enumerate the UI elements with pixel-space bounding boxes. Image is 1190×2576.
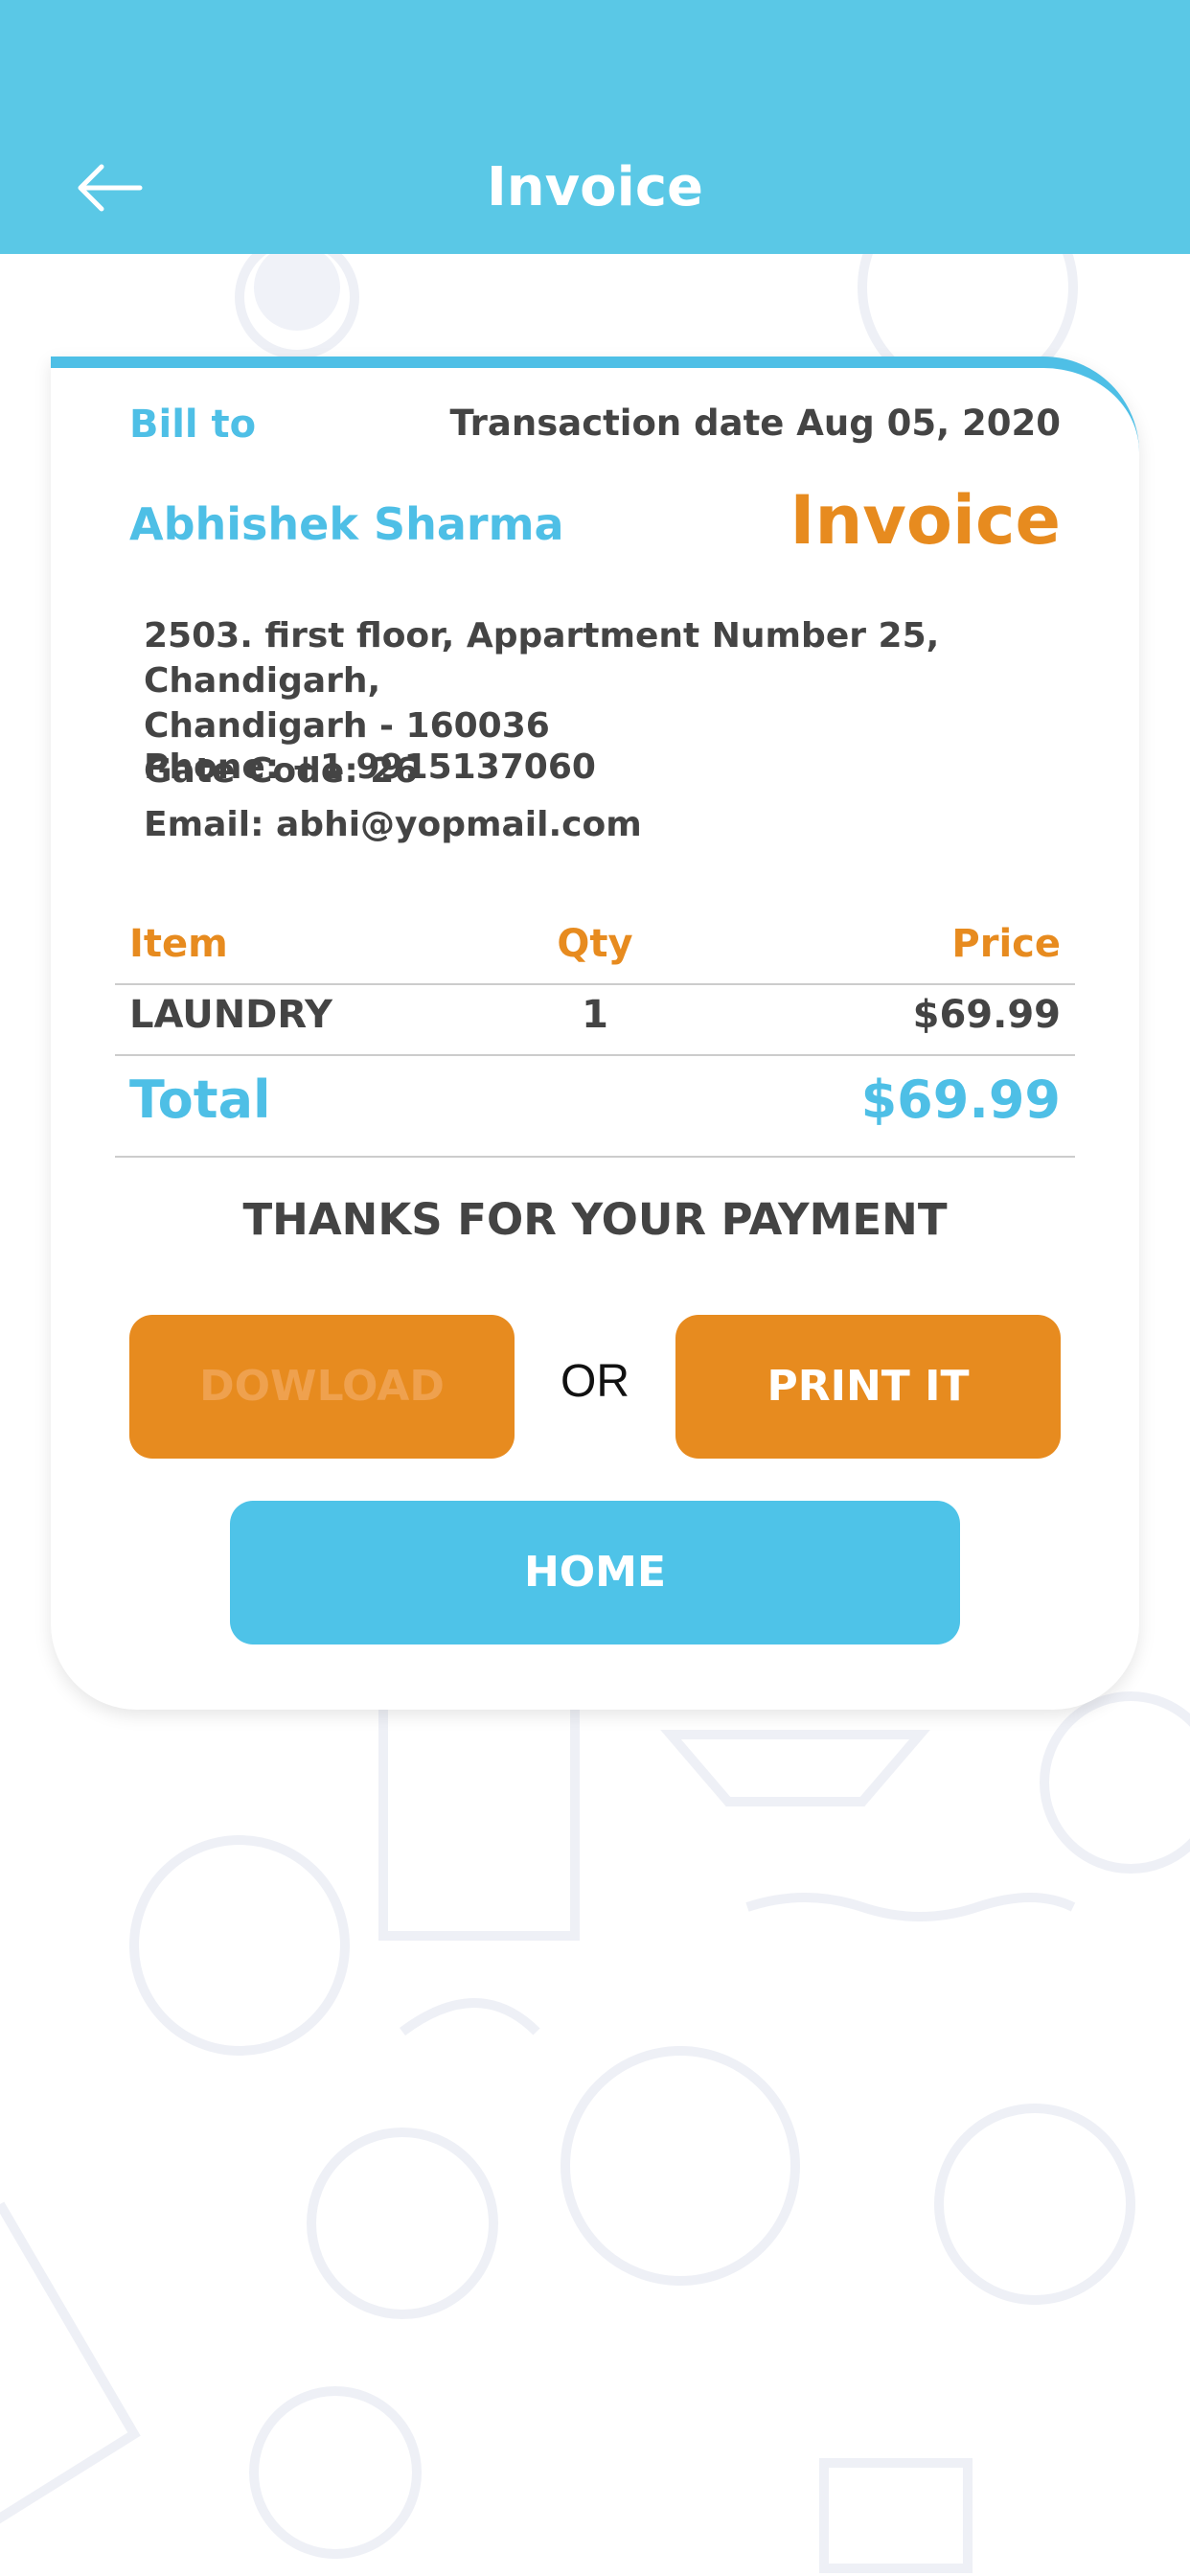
page-title: Invoice [486, 156, 704, 218]
print-button[interactable]: PRINT IT [675, 1315, 1061, 1459]
total-value: $69.99 [860, 1070, 1061, 1130]
divider [115, 1156, 1075, 1158]
home-button[interactable]: HOME [230, 1501, 960, 1644]
column-header-price: Price [951, 922, 1061, 966]
address-line-2: Chandigarh - 160036 [144, 706, 550, 746]
bill-to-label: Bill to [129, 402, 257, 447]
address-line-1: 2503. first floor, Appartment Number 25,… [144, 616, 940, 701]
invoice-card: Bill to Transaction date Aug 05, 2020 Ab… [51, 356, 1139, 1710]
email-text: Email: abhi@yopmail.com [144, 805, 642, 844]
row-price: $69.99 [912, 993, 1061, 1037]
customer-name: Abhishek Sharma [129, 498, 564, 550]
total-label: Total [129, 1070, 271, 1130]
thanks-message: THANKS FOR YOUR PAYMENT [242, 1194, 948, 1245]
divider [115, 1054, 1075, 1056]
invoice-heading: Invoice [790, 481, 1061, 560]
app-header: Invoice [0, 0, 1190, 254]
divider [115, 983, 1075, 985]
phone-text: Phone: +1 9915137060 [144, 748, 596, 787]
transaction-date: Transaction date Aug 05, 2020 [449, 402, 1061, 444]
